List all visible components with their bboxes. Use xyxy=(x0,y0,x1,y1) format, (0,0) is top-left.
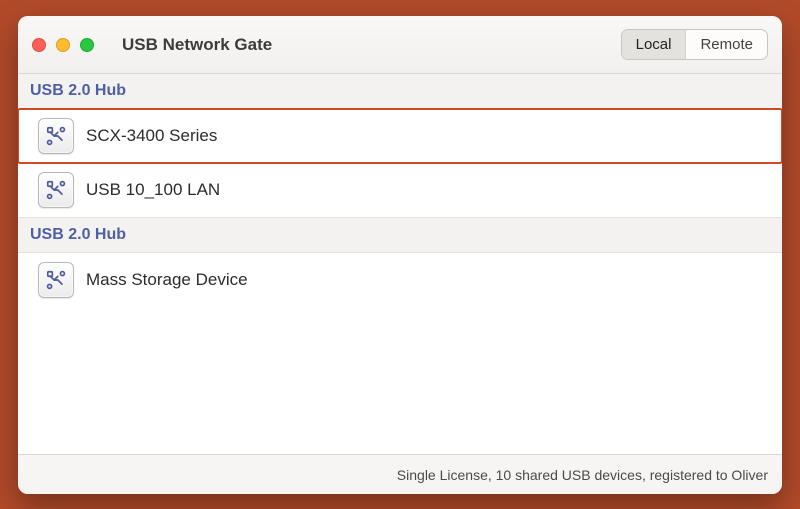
usb-device-icon xyxy=(38,118,74,154)
app-window: USB Network Gate Local Remote USB 2.0 Hu… xyxy=(18,16,782,494)
device-row[interactable]: USB 10_100 LAN xyxy=(18,163,782,217)
device-row[interactable]: Mass Storage Device xyxy=(18,253,782,307)
device-list: USB 2.0 Hub SCX-3400 Series xyxy=(18,74,782,454)
zoom-icon[interactable] xyxy=(80,38,94,52)
license-status: Single License, 10 shared USB devices, r… xyxy=(397,467,768,483)
titlebar: USB Network Gate Local Remote xyxy=(18,16,782,74)
status-bar: Single License, 10 shared USB devices, r… xyxy=(18,454,782,494)
device-row[interactable]: SCX-3400 Series xyxy=(18,109,782,163)
hub-header: USB 2.0 Hub xyxy=(18,217,782,253)
device-label: Mass Storage Device xyxy=(86,270,248,290)
hub-header: USB 2.0 Hub xyxy=(18,74,782,109)
device-label: SCX-3400 Series xyxy=(86,126,217,146)
tab-remote[interactable]: Remote xyxy=(685,30,767,59)
app-title: USB Network Gate xyxy=(122,35,272,55)
usb-device-icon xyxy=(38,262,74,298)
minimize-icon[interactable] xyxy=(56,38,70,52)
usb-device-icon xyxy=(38,172,74,208)
mode-segmented-control: Local Remote xyxy=(621,29,768,60)
close-icon[interactable] xyxy=(32,38,46,52)
traffic-lights xyxy=(32,38,94,52)
tab-local[interactable]: Local xyxy=(622,30,686,59)
device-label: USB 10_100 LAN xyxy=(86,180,220,200)
